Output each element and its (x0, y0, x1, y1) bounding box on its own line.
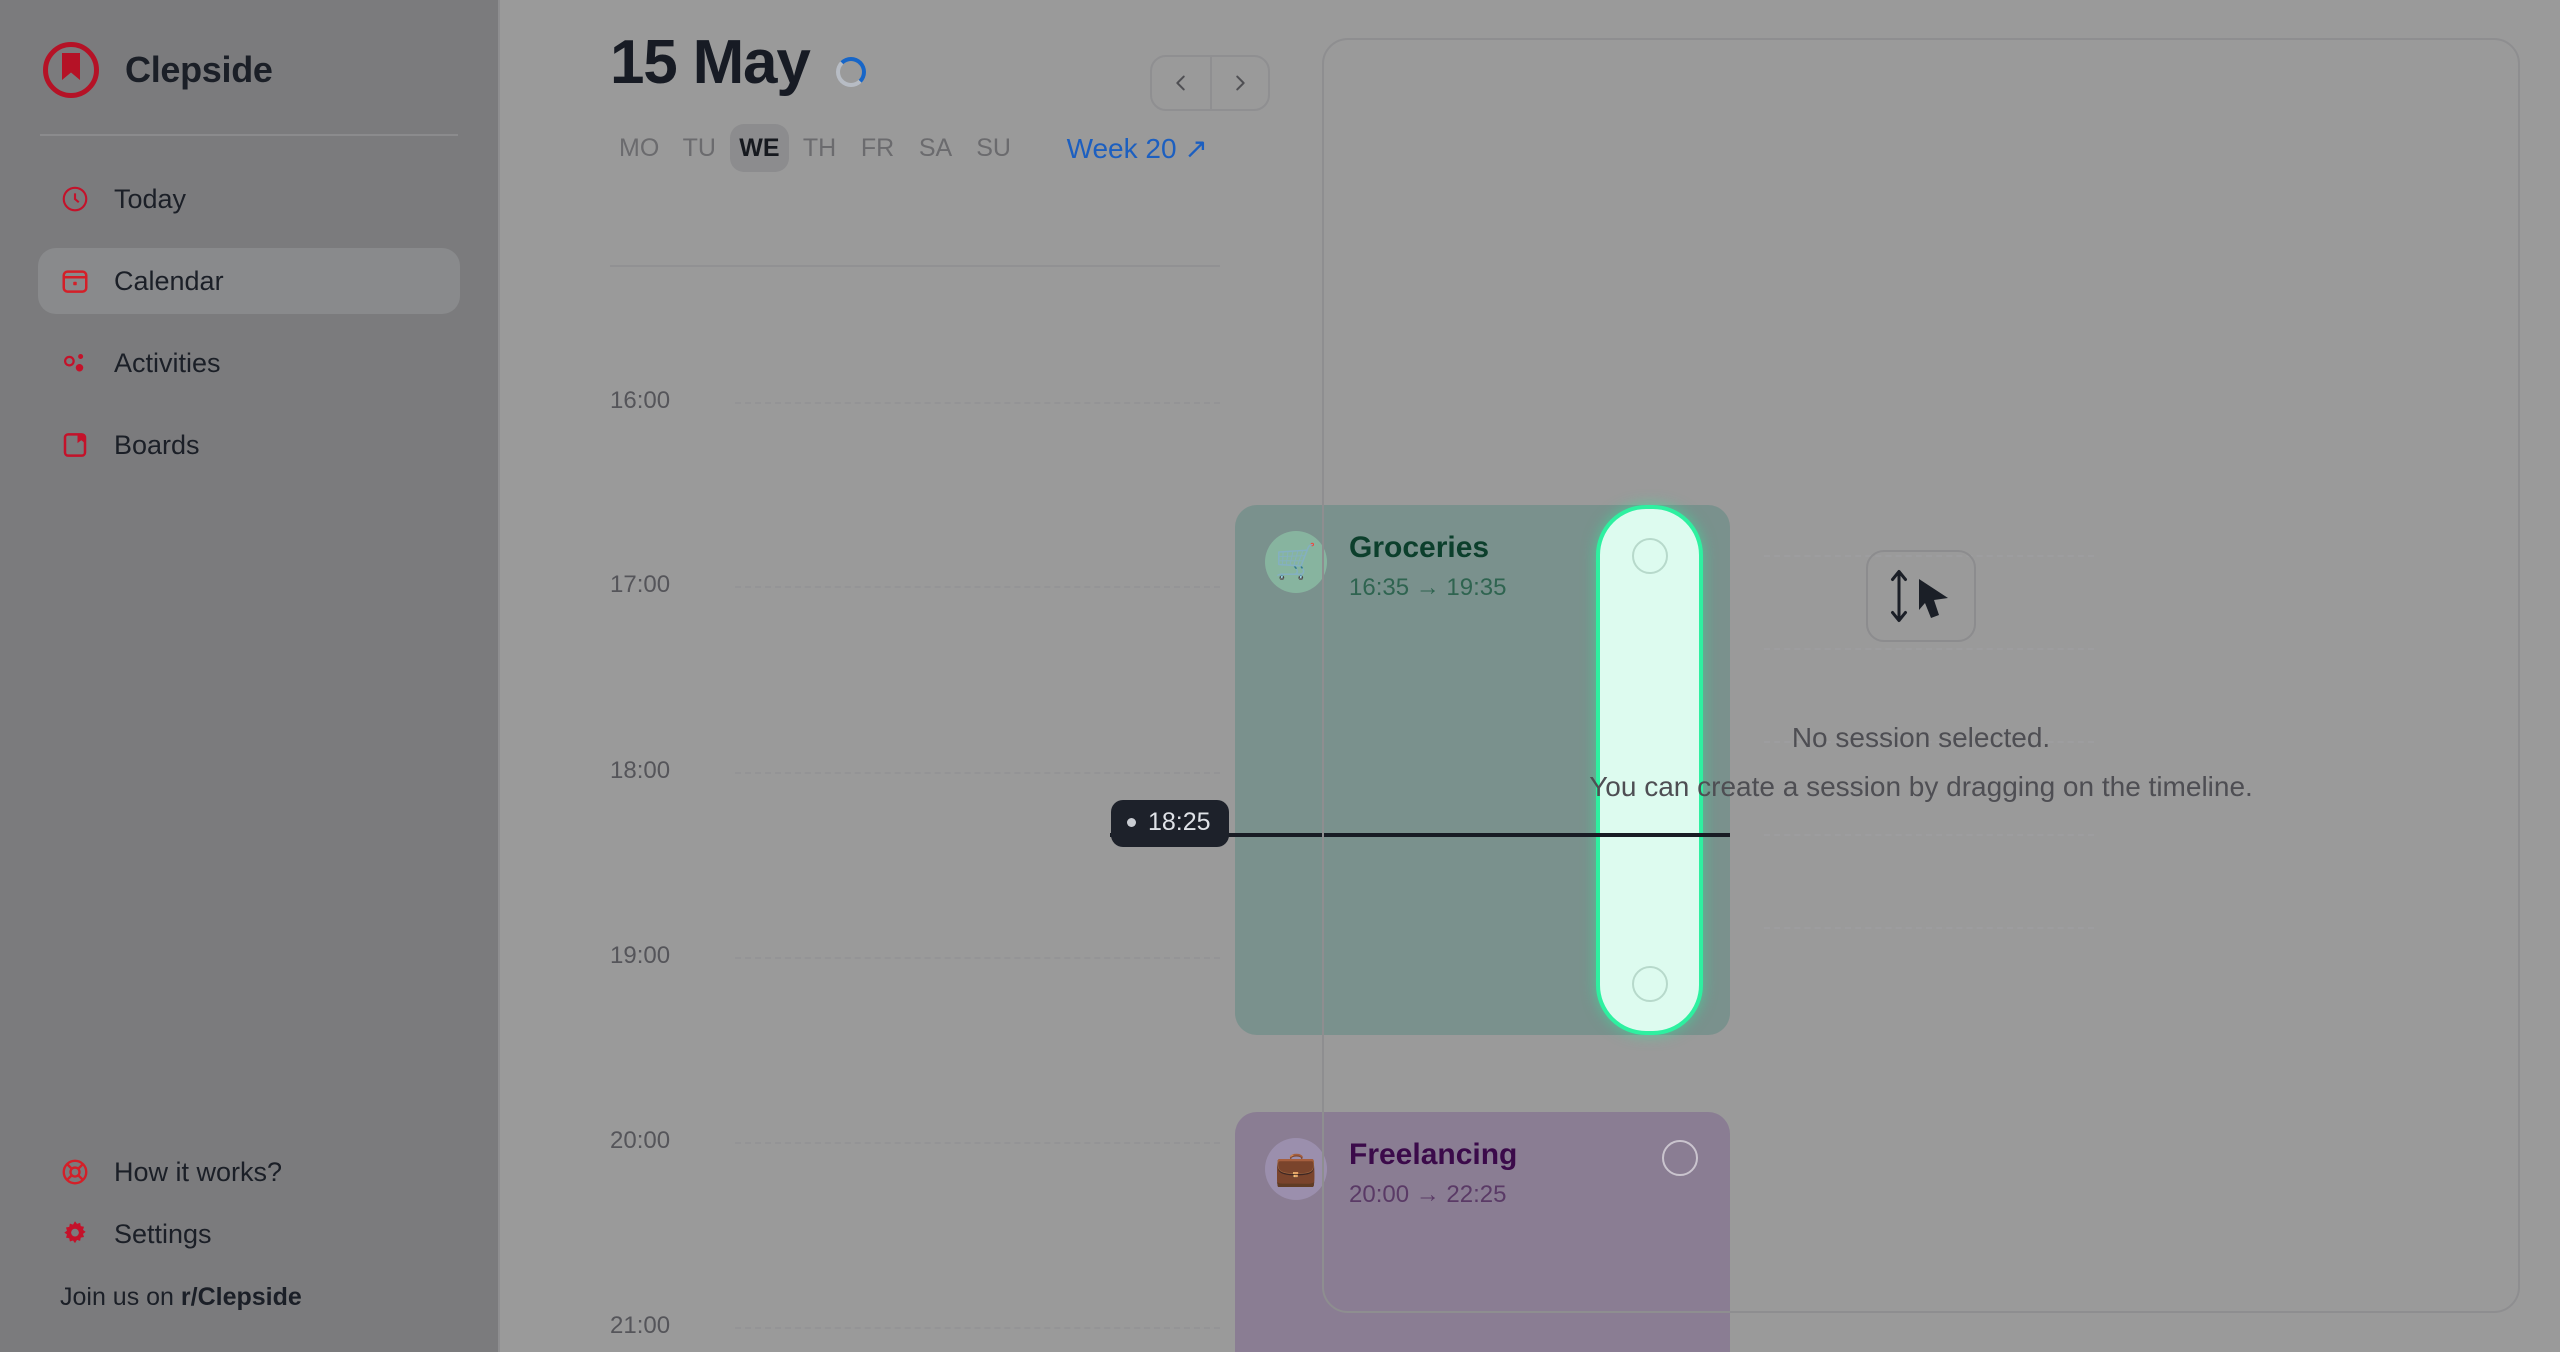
sidebar-item-label: How it works? (114, 1156, 283, 1187)
date-navigation (1150, 55, 1270, 111)
sidebar-divider (40, 134, 458, 136)
next-day-button[interactable] (1210, 57, 1268, 109)
reddit-prefix: Join us on (60, 1283, 181, 1311)
empty-state: No session selected. You can create a se… (1324, 550, 2518, 803)
drag-icon-svg (1891, 570, 1948, 622)
weekday-fr[interactable]: FR (851, 124, 905, 172)
weekday-mo[interactable]: MO (610, 124, 668, 172)
day-header: 15 May MO TU WE TH FR SA SU Week 20 ↗ (610, 0, 1310, 172)
hour-gridline (735, 1327, 1220, 1329)
brand[interactable]: Clepside (38, 0, 460, 98)
sidebar-item-boards[interactable]: Boards (38, 412, 460, 478)
weekday-we[interactable]: WE (730, 124, 789, 172)
weekday-su[interactable]: SU (967, 124, 1021, 172)
gear-icon (60, 1219, 90, 1249)
sidebar-item-label: Boards (114, 429, 200, 460)
hour-label: 21:00 (610, 1312, 671, 1339)
clock-icon (60, 184, 90, 214)
hour-gridline (735, 402, 1220, 404)
sidebar-nav: Today Calendar Activities Boards (38, 166, 460, 478)
reddit-link[interactable]: Join us on r/Clepside (38, 1265, 460, 1312)
weekday-tu[interactable]: TU (672, 124, 726, 172)
sidebar-item-label: Activities (114, 347, 221, 378)
weekday-selector: MO TU WE TH FR SA SU Week 20 ↗ (610, 124, 1310, 172)
boards-icon (60, 430, 90, 460)
current-time-dot-icon (1127, 818, 1136, 827)
hour-label: 16:00 (610, 387, 671, 414)
sidebar-item-calendar[interactable]: Calendar (38, 248, 460, 314)
hour-label: 19:00 (610, 942, 671, 969)
chevron-left-icon (1176, 75, 1185, 91)
current-time-badge: 18:25 (1111, 800, 1229, 847)
hour-gridline (735, 957, 1220, 959)
sidebar: Clepside Today Calendar Activities Board… (0, 0, 500, 1352)
week-link[interactable]: Week 20 ↗ (1067, 132, 1208, 165)
empty-state-subtitle: You can create a session by dragging on … (1589, 771, 2253, 802)
brand-name: Clepside (125, 49, 273, 90)
hour-gridline (735, 586, 1220, 588)
hour-grid: 16:00 17:00 18:00 19:00 20:00 21:00 (500, 0, 1310, 1352)
empty-state-title: No session selected. (1791, 722, 2051, 753)
previous-day-button[interactable] (1152, 57, 1210, 109)
event-emoji-groceries: 🛒 (1265, 531, 1327, 593)
reddit-handle: r/Clepside (180, 1283, 302, 1311)
sidebar-item-how-it-works[interactable]: How it works? (38, 1141, 460, 1203)
clepside-logo-icon (43, 42, 99, 98)
weekday-th[interactable]: TH (793, 124, 847, 172)
loading-spinner-icon (835, 57, 866, 87)
event-emoji-freelancing: 💼 (1265, 1138, 1327, 1200)
hour-gridline (735, 772, 1220, 774)
hour-gridline (735, 1142, 1220, 1144)
sidebar-item-settings[interactable]: Settings (38, 1203, 460, 1265)
sidebar-item-activities[interactable]: Activities (38, 330, 460, 396)
sidebar-item-label: Today (114, 183, 187, 214)
timeline-column: 15 May MO TU WE TH FR SA SU Week 20 ↗ 16… (500, 0, 1730, 1352)
weekday-sa[interactable]: SA (909, 124, 963, 172)
hour-label: 18:00 (610, 757, 671, 784)
sidebar-item-label: Settings (114, 1218, 212, 1249)
session-detail-panel: No session selected. You can create a se… (1322, 38, 2520, 1313)
lifebuoy-icon (60, 1157, 90, 1187)
hour-label: 17:00 (610, 571, 671, 598)
sidebar-item-today[interactable]: Today (38, 166, 460, 232)
current-time-text: 18:25 (1148, 808, 1211, 836)
header-separator (610, 265, 1220, 267)
page-title: 15 May (610, 28, 811, 97)
drag-vertical-cursor-icon (1866, 550, 1976, 642)
sidebar-footer: How it works? Settings Join us on r/Clep… (38, 1141, 460, 1312)
activities-icon (60, 348, 90, 378)
calendar-icon (60, 266, 90, 296)
app-root: Clepside Today Calendar Activities Board… (0, 0, 2560, 1352)
chevron-right-icon (1236, 75, 1245, 91)
sidebar-item-label: Calendar (114, 265, 224, 296)
hour-label: 20:00 (610, 1127, 671, 1154)
